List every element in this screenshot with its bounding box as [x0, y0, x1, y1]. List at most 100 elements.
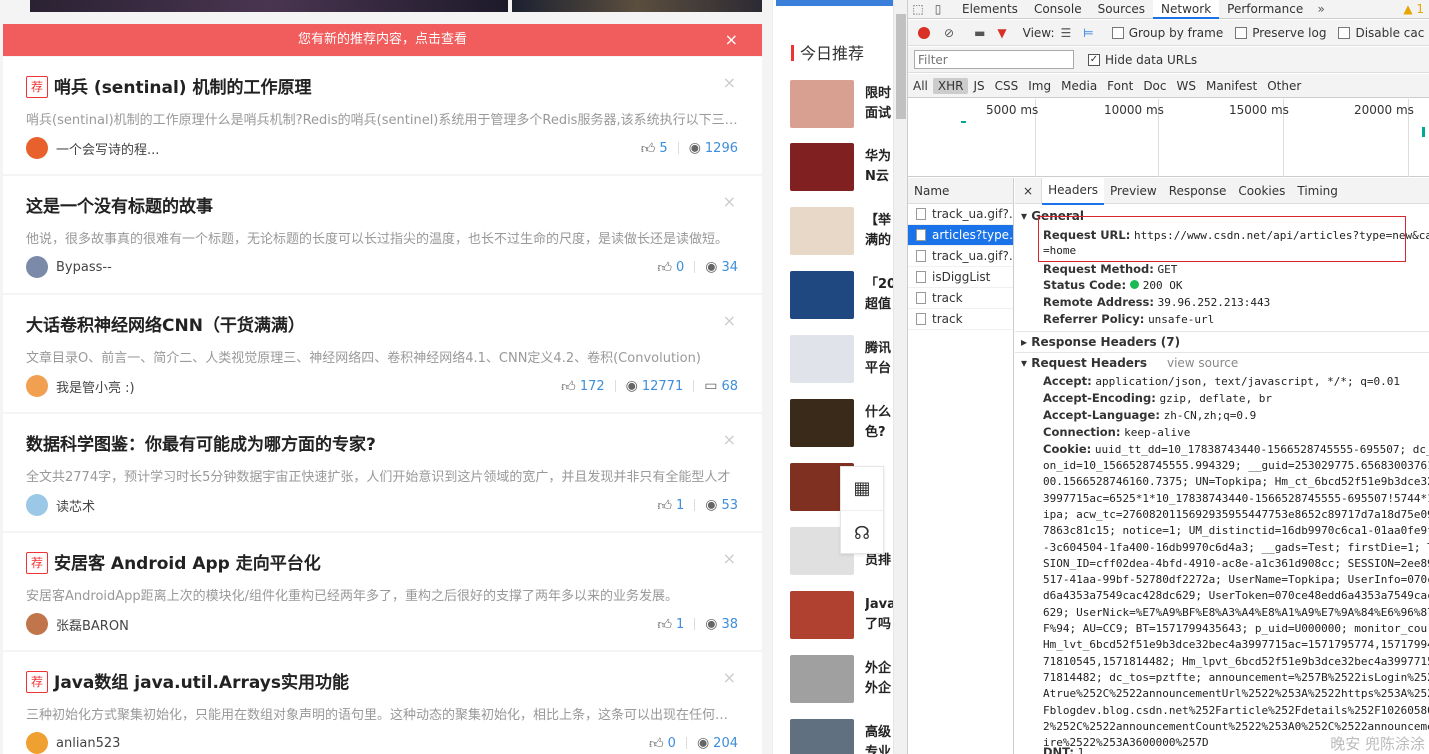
new-content-notice[interactable]: 您有新的推荐内容，点击查看 ×	[3, 24, 762, 56]
hide-data-urls-checkbox[interactable]: ✓	[1088, 53, 1100, 66]
recommend-thumbnail[interactable]	[790, 335, 854, 383]
inspect-icon[interactable]: ⬚	[908, 2, 928, 16]
warning-badge[interactable]: ▲ 1	[1403, 2, 1429, 16]
recommend-item[interactable]: 【举 满的	[790, 207, 907, 257]
waterfall-icon[interactable]: ⊨	[1083, 26, 1093, 40]
detail-tab-headers[interactable]: Headers	[1042, 176, 1105, 205]
avatar[interactable]	[26, 375, 48, 397]
article-title[interactable]: 荐哨兵 (sentinal) 机制的工作原理	[26, 73, 311, 98]
article-card[interactable]: 大话卷积神经网络CNN（干货满满） × 文章目录O、前言一、简介二、人类视觉原理…	[3, 295, 762, 412]
request-row[interactable]: track	[908, 288, 1013, 309]
article-title[interactable]: 荐 Java数组 java.util.Arrays实用功能	[26, 668, 349, 693]
thumbs-up-icon[interactable]: 👍︎	[657, 616, 672, 633]
article-summary[interactable]: 三种初始化方式聚集初始化，只能用在数组对象声明的语句里。这种动态的聚集初始化，相…	[26, 704, 738, 723]
response-headers-section[interactable]: ▸ Response Headers (7)	[1021, 335, 1180, 349]
article-card[interactable]: 荐安居客 Android App 走向平台化 × 安居客AndroidApp距离…	[3, 533, 762, 650]
preserve-log-checkbox[interactable]	[1235, 26, 1248, 39]
thumbs-up-icon[interactable]: 👍︎	[657, 259, 672, 276]
article-title[interactable]: 数据科学图鉴：你最有可能成为哪方面的专家?	[26, 430, 376, 455]
avatar[interactable]	[26, 613, 48, 635]
type-filter-media[interactable]: Media	[1056, 79, 1102, 93]
author[interactable]: 张磊BARON	[26, 613, 129, 635]
close-icon[interactable]: ×	[723, 430, 736, 449]
disable-cache-checkbox[interactable]	[1338, 26, 1351, 39]
type-filter-css[interactable]: CSS	[990, 79, 1024, 93]
qrcode-icon[interactable]: ▦	[841, 467, 883, 511]
tab-network[interactable]: Network	[1153, 0, 1220, 19]
article-title[interactable]: 这是一个没有标题的故事	[26, 192, 213, 217]
recommend-item[interactable]: 外企 外企	[790, 655, 907, 705]
request-row[interactable]: track	[908, 309, 1013, 330]
article-summary[interactable]: 哨兵(sentinal)机制的工作原理什么是哨兵机制?Redis的哨兵(sent…	[26, 109, 738, 128]
author[interactable]: anlian523	[26, 732, 120, 754]
tab-elements[interactable]: Elements	[954, 0, 1026, 19]
sidebar-top-banner[interactable]	[776, 0, 896, 6]
article-card[interactable]: 数据科学图鉴：你最有可能成为哪方面的专家? × 全文共2774字，预计学习时长5…	[3, 414, 762, 531]
recommend-item[interactable]: 什么 色?	[790, 399, 907, 449]
name-column-header[interactable]: Name	[908, 178, 1013, 204]
type-filter-font[interactable]: Font	[1102, 79, 1138, 93]
type-filter-all[interactable]: All	[908, 79, 933, 93]
detail-tab-cookies[interactable]: Cookies	[1232, 178, 1291, 204]
group-by-frame-checkbox[interactable]	[1111, 26, 1124, 39]
scrollbar-thumb[interactable]	[896, 14, 906, 119]
close-icon[interactable]: ×	[725, 24, 738, 56]
tab-sources[interactable]: Sources	[1090, 0, 1153, 19]
recommend-item[interactable]: Java 了吗	[790, 591, 907, 641]
author-name[interactable]: 张磊BARON	[56, 615, 129, 634]
recommend-item[interactable]: 高级 专业	[790, 719, 907, 754]
close-details-icon[interactable]: ×	[1015, 177, 1043, 204]
avatar[interactable]	[26, 494, 48, 516]
close-icon[interactable]: ×	[723, 192, 736, 211]
close-icon[interactable]: ×	[723, 311, 736, 330]
article-summary[interactable]: 全文共2774字，预计学习时长5分钟数据宇宙正快速扩张，人们开始意识到这片领域的…	[26, 466, 738, 485]
recommend-item[interactable]: 「20 超值	[790, 271, 907, 321]
thumbs-up-icon[interactable]: 👍︎	[657, 497, 672, 514]
recommend-thumbnail[interactable]	[790, 271, 854, 319]
type-filter-manifest[interactable]: Manifest	[1201, 79, 1262, 93]
article-summary[interactable]: 安居客AndroidApp距离上次的模块化/组件化重构已经两年多了，重构之后很好…	[26, 585, 738, 604]
avatar[interactable]	[26, 732, 48, 754]
avatar[interactable]	[26, 137, 48, 159]
type-filter-img[interactable]: Img	[1023, 79, 1056, 93]
type-filter-ws[interactable]: WS	[1172, 79, 1201, 93]
type-filter-js[interactable]: JS	[968, 79, 989, 93]
author[interactable]: 我是管小亮 :)	[26, 375, 135, 397]
banner-image[interactable]	[30, 0, 508, 12]
request-headers-section[interactable]: ▾ Request Headers view source	[1021, 356, 1238, 370]
request-row[interactable]: articles?type...	[908, 225, 1013, 246]
thumbs-up-icon[interactable]: 👍︎	[649, 735, 664, 752]
banner-image[interactable]	[512, 0, 762, 12]
filter-icon[interactable]: ▼	[997, 26, 1006, 40]
record-icon[interactable]	[918, 26, 930, 39]
article-card[interactable]: 荐 Java数组 java.util.Arrays实用功能 × 三种初始化方式聚集…	[3, 652, 762, 754]
request-row[interactable]: track_ua.gif?...	[908, 246, 1013, 267]
author[interactable]: Bypass--	[26, 256, 112, 278]
avatar[interactable]	[26, 256, 48, 278]
view-source-link[interactable]: view source	[1167, 356, 1238, 370]
clear-icon[interactable]: ⊘	[944, 26, 954, 40]
article-summary[interactable]: 他说，很多故事真的很难有一个标题，无论标题的长度可以长过指尖的温度，也长不过生命…	[26, 228, 738, 247]
device-toolbar-icon[interactable]: ▯	[928, 2, 948, 16]
recommend-item[interactable]: 腾讯 平台	[790, 335, 907, 385]
recommend-item[interactable]: 限时 面试	[790, 80, 907, 130]
author[interactable]: 读芯术	[26, 494, 95, 516]
screenshot-icon[interactable]: ▬	[974, 26, 985, 40]
article-card[interactable]: 这是一个没有标题的故事 × 他说，很多故事真的很难有一个标题，无论标题的长度可以…	[3, 176, 762, 293]
recommend-thumbnail[interactable]	[790, 655, 854, 703]
thumbs-up-icon[interactable]: 👍︎	[641, 140, 656, 157]
detail-tab-response[interactable]: Response	[1163, 178, 1233, 204]
author-name[interactable]: Bypass--	[56, 260, 112, 275]
tab-console[interactable]: Console	[1026, 0, 1090, 19]
article-title[interactable]: 大话卷积神经网络CNN（干货满满）	[26, 311, 305, 336]
close-icon[interactable]: ×	[723, 668, 736, 687]
customer-service-icon[interactable]: ☊	[841, 511, 883, 555]
request-row[interactable]: track_ua.gif?...	[908, 204, 1013, 225]
article-title[interactable]: 荐安居客 Android App 走向平台化	[26, 549, 321, 574]
article-card[interactable]: 荐哨兵 (sentinal) 机制的工作原理 × 哨兵(sentinal)机制的…	[3, 57, 762, 174]
author-name[interactable]: 我是管小亮 :)	[56, 377, 135, 396]
detail-tab-preview[interactable]: Preview	[1104, 178, 1163, 204]
thumbs-up-icon[interactable]: 👍︎	[561, 378, 576, 395]
page-scrollbar[interactable]	[893, 0, 907, 754]
close-icon[interactable]: ×	[723, 549, 736, 568]
